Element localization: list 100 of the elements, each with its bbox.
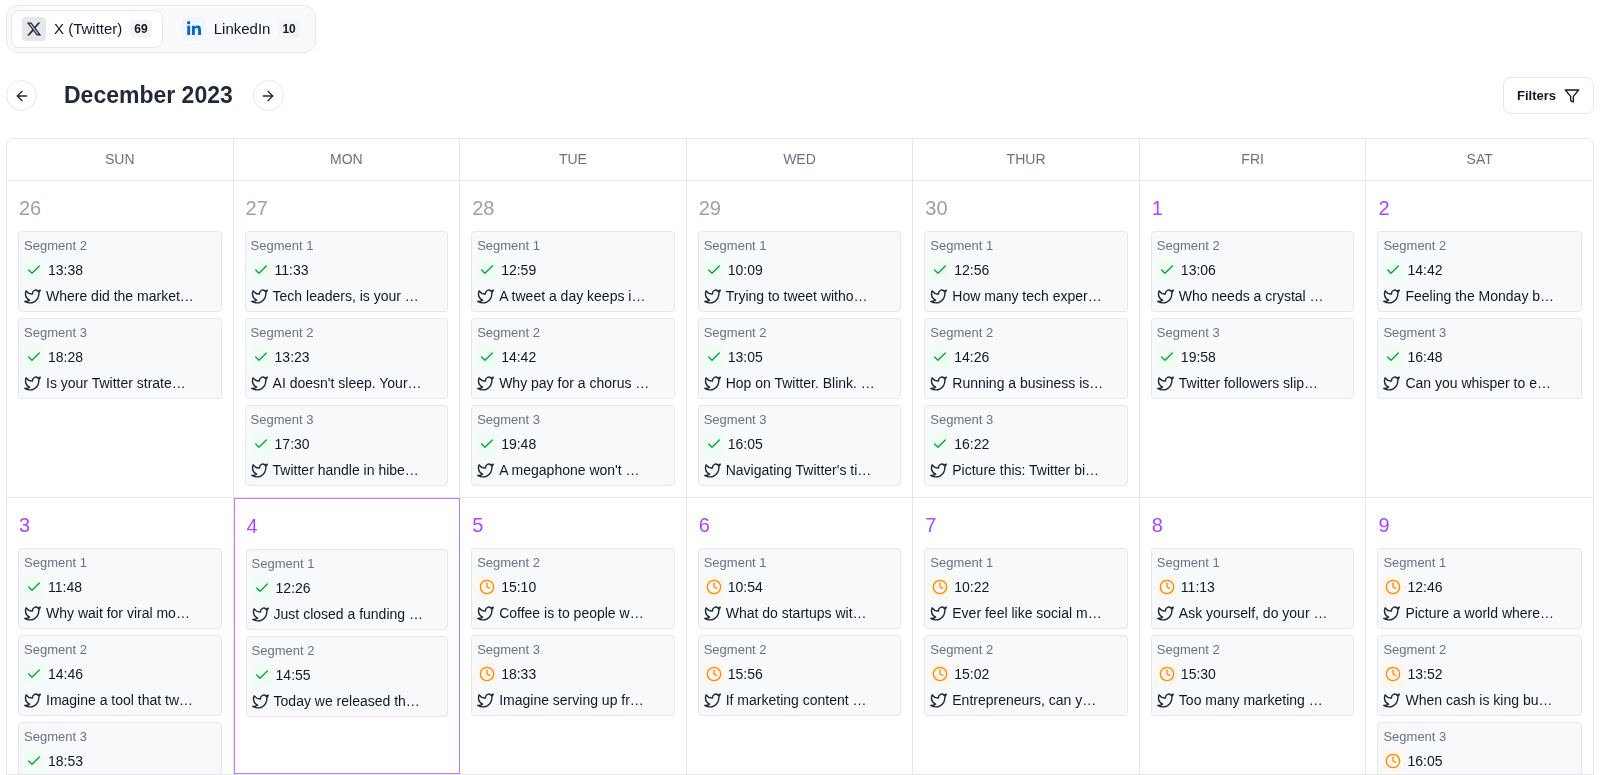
day-cell[interactable]: 29 Segment 1 10:09 Trying to tweet witho… Segment 2 13:05 Hop on Twitter. Blink. … Segment 3 16:05 Navigating Twitter's ti…	[686, 181, 914, 497]
bird-icon	[477, 461, 495, 479]
bird-icon	[251, 692, 269, 710]
day-cell[interactable]: 6 Segment 1 10:54 What do startups wit… Segment 2 15:56 If marketing content …	[686, 498, 914, 774]
filters-button[interactable]: Filters	[1503, 77, 1594, 114]
segment-label: Segment 2	[703, 641, 768, 659]
post-card[interactable]: Segment 2 15:30 Too many marketing …	[1150, 635, 1355, 716]
post-card[interactable]: Segment 2 13:06 Who needs a crystal …	[1150, 231, 1355, 312]
day-number: 30	[924, 196, 949, 221]
post-time: 12:59	[501, 260, 537, 280]
segment-label: Segment 1	[250, 237, 315, 255]
day-cell[interactable]: 30 Segment 1 12:56 How many tech exper… Segment 2 14:26 Running a business is… Segment 3 16:22 Picture this: Twitter bi…	[913, 181, 1140, 497]
bird-icon	[930, 287, 948, 305]
post-card[interactable]: Segment 1 11:33 Tech leaders, is your …	[244, 231, 449, 312]
day-cell[interactable]: 27 Segment 1 11:33 Tech leaders, is your … Segment 2 13:23 AI doesn't sleep. Your… Segment 3 17:30 Twitter handle in hibe…	[233, 181, 461, 497]
post-card[interactable]: Segment 1 10:22 Ever feel like social m…	[924, 548, 1128, 629]
segment-label: Segment 1	[477, 237, 541, 255]
post-card[interactable]: Segment 2 15:02 Entrepreneurs, can y…	[924, 635, 1128, 716]
segment-label: Segment 2	[251, 642, 316, 660]
segment-label: Segment 3	[703, 411, 768, 429]
filter-icon	[1564, 87, 1580, 104]
post-card[interactable]: Segment 3 16:05 Navigating Twitter's ti…	[697, 405, 902, 486]
post-card[interactable]: Segment 3 17:30 Twitter handle in hibe…	[244, 405, 449, 486]
bird-icon	[477, 691, 495, 709]
post-card[interactable]: Segment 3 16:48 Can you whisper to e…	[1377, 318, 1582, 399]
post-card[interactable]: Segment 3 18:28 Is your Twitter strate…	[18, 318, 222, 399]
linkedin-logo-icon	[181, 17, 206, 41]
post-card[interactable]: Segment 2 14:46 Imagine a tool that tw…	[18, 635, 222, 716]
post-time: 19:48	[501, 434, 537, 454]
day-cell[interactable]: 3 Segment 1 11:48 Why wait for viral mo… Segment 2 14:46 Imagine a tool that tw… Segment 3 18:53	[7, 498, 234, 774]
post-card[interactable]: Segment 2 15:56 If marketing content …	[697, 635, 902, 716]
weekday-header: SAT	[1466, 150, 1493, 169]
post-text: Where did the market…	[46, 286, 194, 306]
count-badge: 10	[278, 20, 300, 38]
segment-label: Segment 2	[24, 641, 88, 659]
post-time: 13:52	[1407, 664, 1443, 684]
post-text: AI doesn't sleep. Your…	[272, 373, 422, 393]
segment-label: Segment 1	[703, 554, 768, 572]
day-cell[interactable]: 9 Segment 1 12:46 Picture a world where… Segment 2 13:52 When cash is king bu… Segment 3 16:05	[1366, 498, 1593, 774]
post-card[interactable]: Segment 2 15:10 Coffee is to people w…	[471, 548, 675, 629]
post-time: 14:55	[275, 665, 311, 685]
day-number: 1	[1150, 196, 1164, 221]
day-number: 4	[245, 514, 259, 539]
post-card[interactable]: Segment 3 18:53	[18, 722, 222, 774]
day-cell[interactable]: 28 Segment 1 12:59 A tweet a day keeps i… Segment 2 14:42 Why pay for a chorus … Segment 3 19:48 A megaphone won't …	[460, 181, 687, 497]
post-text: What do startups wit…	[725, 603, 867, 623]
segment-label: Segment 1	[1156, 554, 1221, 572]
post-text: Just closed a funding …	[273, 604, 423, 624]
post-card[interactable]: Segment 1 10:54 What do startups wit…	[697, 548, 902, 629]
day-cell[interactable]: 5 Segment 2 15:10 Coffee is to people w… Segment 3 18:33 Imagine serving up fr…	[460, 498, 687, 774]
post-text: Coffee is to people w…	[499, 603, 644, 623]
post-card[interactable]: Segment 3 19:58 Twitter followers slip…	[1150, 318, 1355, 399]
post-card[interactable]: Segment 3 18:33 Imagine serving up fr…	[471, 635, 675, 716]
post-card[interactable]: Segment 1 12:26 Just closed a funding …	[245, 549, 449, 630]
post-card[interactable]: Segment 2 14:55 Today we released th…	[245, 636, 449, 717]
post-card[interactable]: Segment 2 13:05 Hop on Twitter. Blink. …	[697, 318, 902, 399]
bird-icon	[930, 374, 948, 392]
channel-tab[interactable]: LinkedIn 10	[170, 10, 311, 48]
day-cell[interactable]: 26 Segment 2 13:38 Where did the market… Segment 3 18:28 Is your Twitter strate…	[7, 181, 234, 497]
segment-label: Segment 3	[1383, 324, 1448, 342]
bird-icon	[24, 287, 41, 305]
segment-label: Segment 2	[930, 641, 995, 659]
channel-tab[interactable]: X (Twitter) 69	[11, 10, 163, 48]
day-number: 6	[697, 513, 711, 538]
post-card[interactable]: Segment 2 13:38 Where did the market…	[18, 231, 222, 312]
post-card[interactable]: Segment 2 13:52 When cash is king bu…	[1377, 635, 1582, 716]
weekday-header: THUR	[1006, 150, 1046, 169]
day-cell[interactable]: 1 Segment 2 13:06 Who needs a crystal … Segment 3 19:58 Twitter followers slip…	[1139, 181, 1367, 497]
segment-label: Segment 3	[477, 411, 541, 429]
bird-icon	[930, 461, 948, 479]
day-cell[interactable]: 8 Segment 1 11:13 Ask yourself, do your … Segment 2 15:30 Too many marketing …	[1139, 498, 1367, 774]
post-card[interactable]: Segment 3 16:22 Picture this: Twitter bi…	[924, 405, 1128, 486]
day-cell[interactable]: 2 Segment 2 14:42 Feeling the Monday b… Segment 3 16:48 Can you whisper to e…	[1366, 181, 1593, 497]
post-card[interactable]: Segment 2 13:23 AI doesn't sleep. Your…	[244, 318, 449, 399]
post-card[interactable]: Segment 1 11:48 Why wait for viral mo…	[18, 548, 222, 629]
post-card[interactable]: Segment 3 16:05	[1377, 722, 1582, 774]
day-cell[interactable]: 7 Segment 1 10:22 Ever feel like social m… Segment 2 15:02 Entrepreneurs, can y…	[913, 498, 1140, 774]
bird-icon	[24, 691, 41, 709]
segment-label: Segment 2	[477, 554, 541, 572]
bird-icon	[1383, 691, 1401, 709]
post-card[interactable]: Segment 2 14:26 Running a business is…	[924, 318, 1128, 399]
segment-label: Segment 3	[477, 641, 541, 659]
post-card[interactable]: Segment 2 14:42 Why pay for a chorus …	[471, 318, 675, 399]
post-text: Picture a world where…	[1405, 603, 1555, 623]
post-time: 16:05	[727, 434, 763, 454]
post-card[interactable]: Segment 1 12:46 Picture a world where…	[1377, 548, 1582, 629]
post-card[interactable]: Segment 1 10:09 Trying to tweet witho…	[697, 231, 902, 312]
post-time: 14:26	[954, 347, 990, 367]
post-card[interactable]: Segment 1 11:13 Ask yourself, do your …	[1150, 548, 1355, 629]
day-cell[interactable]: 4 Segment 1 12:26 Just closed a funding … Segment 2 14:55 Today we released th…	[233, 498, 461, 774]
segment-label: Segment 3	[24, 728, 88, 746]
month-title: December 2023	[64, 81, 233, 111]
post-time: 11:48	[48, 577, 82, 597]
post-text: Tech leaders, is your …	[272, 286, 419, 306]
post-text: Imagine a tool that tw…	[46, 690, 194, 710]
post-card[interactable]: Segment 3 19:48 A megaphone won't …	[471, 405, 675, 486]
post-card[interactable]: Segment 2 14:42 Feeling the Monday b…	[1377, 231, 1582, 312]
post-card[interactable]: Segment 1 12:59 A tweet a day keeps i…	[471, 231, 675, 312]
post-time: 14:42	[1407, 260, 1443, 280]
post-card[interactable]: Segment 1 12:56 How many tech exper…	[924, 231, 1128, 312]
